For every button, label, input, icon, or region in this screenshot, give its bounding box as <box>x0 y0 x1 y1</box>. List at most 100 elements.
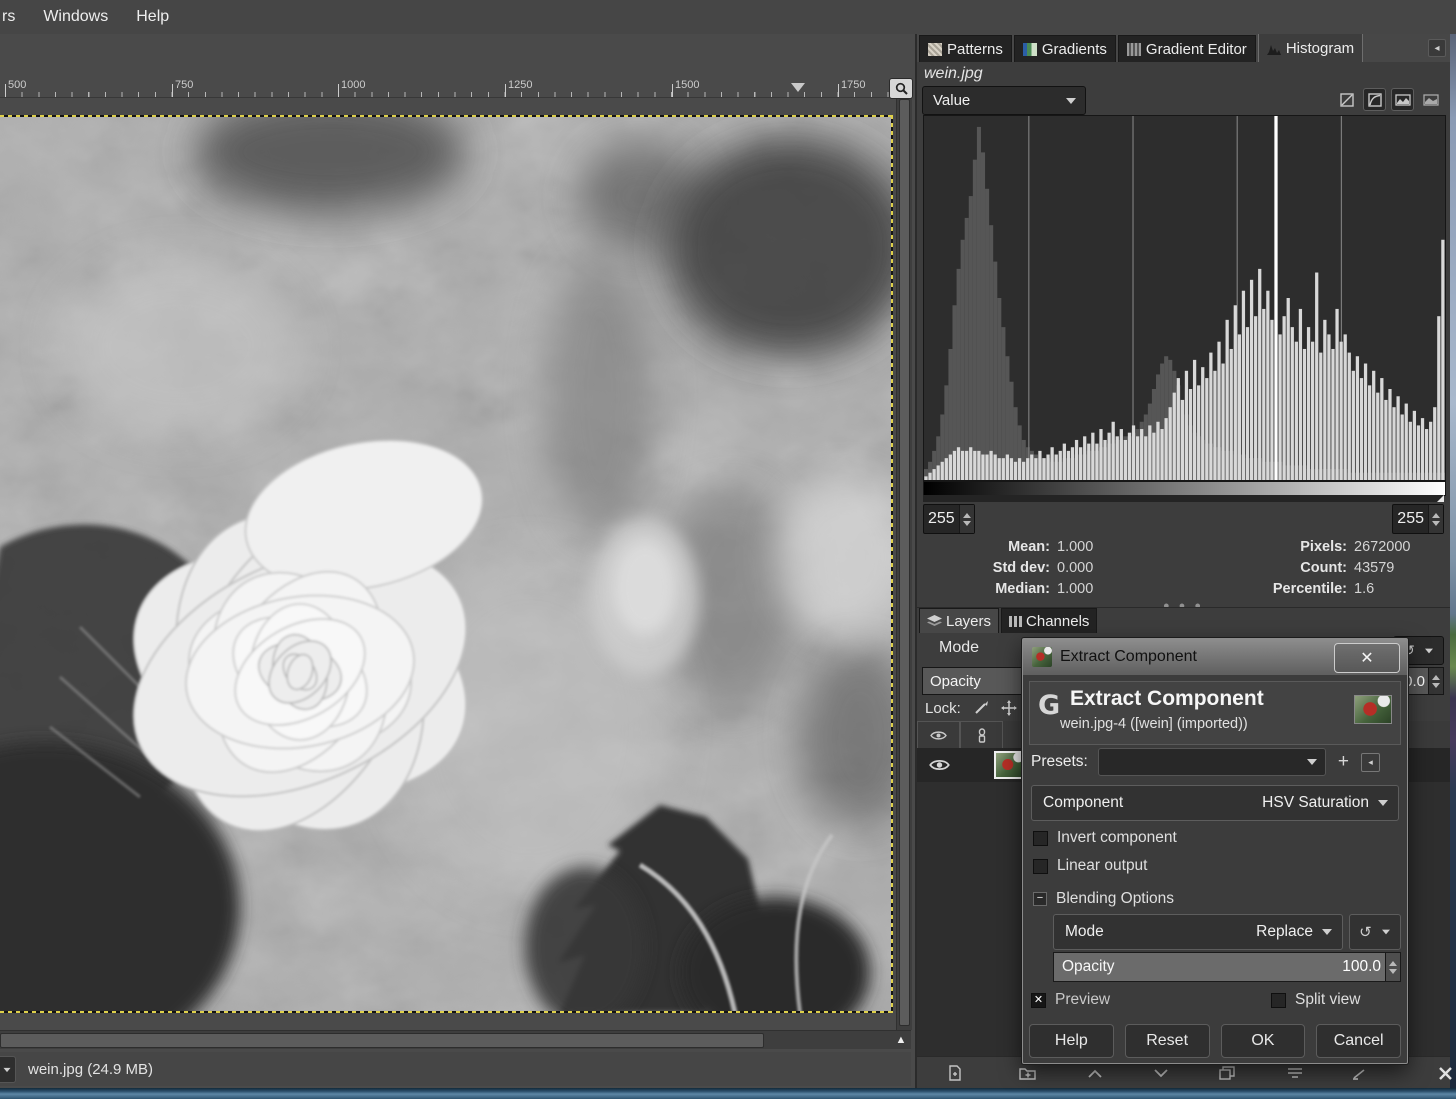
dialog-title-bar[interactable]: Extract Component ✕ <box>1023 639 1407 675</box>
menu-item-partial[interactable]: rs <box>0 0 29 34</box>
lock-position-move-icon[interactable] <box>1001 700 1017 716</box>
logarithmic-histogram-button[interactable] <box>1363 88 1386 111</box>
chevron-down-icon <box>1066 98 1076 104</box>
layers-icon <box>927 615 942 628</box>
range-high-value: 255 <box>1393 510 1428 528</box>
dock-tab-bar: Patterns Gradients Gradient Editor Histo… <box>917 34 1450 62</box>
cancel-button[interactable]: Cancel <box>1316 1024 1401 1058</box>
split-view-label: Split view <box>1295 991 1360 1009</box>
invert-component-checkbox[interactable] <box>1033 831 1048 846</box>
chevron-down-icon <box>1322 929 1332 935</box>
link-column-header[interactable] <box>960 721 1003 749</box>
new-layer-button[interactable] <box>943 1061 967 1085</box>
menu-item-windows[interactable]: Windows <box>29 0 122 34</box>
merge-layer-button[interactable] <box>1283 1061 1307 1085</box>
horizontal-scrollbar[interactable]: ▲ <box>0 1030 911 1049</box>
zoom-level-combo[interactable] <box>0 1056 16 1083</box>
presets-row: Presets: + ◂ <box>1031 748 1399 776</box>
menu-item-help[interactable]: Help <box>122 0 183 34</box>
layer-visibility-eye-icon[interactable] <box>929 758 950 772</box>
ruler-tick <box>172 84 173 97</box>
tab-gradient-editor[interactable]: Gradient Editor <box>1118 35 1256 62</box>
tab-patterns[interactable]: Patterns <box>919 35 1012 62</box>
collapse-icon[interactable]: − <box>1033 892 1047 906</box>
ruler-tick <box>505 84 506 97</box>
tab-gradients[interactable]: Gradients <box>1014 35 1116 62</box>
dialog-header-box: G Extract Component wein.jpg-4 ([wein] (… <box>1029 681 1401 745</box>
component-select[interactable]: Component HSV Saturation <box>1031 785 1399 821</box>
stat-label: Std dev: <box>993 560 1050 576</box>
help-button[interactable]: Help <box>1029 1024 1114 1058</box>
layer-opacity-label: Opacity <box>930 673 981 690</box>
blending-options-expander[interactable]: − Blending Options <box>1033 890 1174 908</box>
duplicate-layer-button[interactable] <box>1215 1061 1239 1085</box>
range-low-value: 255 <box>924 510 959 528</box>
spinner-arrows[interactable] <box>1428 505 1443 533</box>
blend-space-button[interactable]: ↺ <box>1349 914 1401 950</box>
spinner-arrows[interactable] <box>1428 668 1443 694</box>
visibility-column-header[interactable] <box>917 721 960 749</box>
tab-channels[interactable]: Channels <box>1001 608 1097 633</box>
stat-value: 1.6 <box>1354 581 1374 597</box>
dialog-window-title: Extract Component <box>1060 648 1197 666</box>
gimp-window: rs Windows Help 5007501000125015001750 <box>0 0 1456 1099</box>
range-low-spinner[interactable]: 255 <box>923 504 975 534</box>
spinner-arrows[interactable] <box>959 505 974 533</box>
canvas-area[interactable] <box>0 97 894 1030</box>
chain-icon <box>977 728 987 743</box>
stat-value: 0.000 <box>1057 560 1093 576</box>
vertical-scrollbar-thumb[interactable] <box>899 99 910 1026</box>
zoom-tool-icon[interactable] <box>889 78 913 99</box>
horizontal-scrollbar-thumb[interactable] <box>0 1033 764 1048</box>
linear-histogram-button[interactable] <box>1335 88 1358 111</box>
histogram-plot[interactable] <box>923 115 1446 481</box>
gradient-editor-icon <box>1127 43 1141 56</box>
lock-pixels-brush-icon[interactable] <box>973 700 989 716</box>
gegl-logo-icon: G <box>1038 690 1060 721</box>
tab-label: Gradients <box>1042 41 1107 58</box>
canvas-image[interactable] <box>0 115 893 1013</box>
blend-mode-select[interactable]: Mode Replace <box>1053 914 1343 950</box>
layers-tab-bar: Layers Channels ◂ <box>917 607 1450 633</box>
ruler-tick <box>338 84 339 97</box>
stat-label: Count: <box>1300 560 1347 576</box>
gradients-icon <box>1023 43 1037 56</box>
ruler-tick-label: 750 <box>175 79 193 91</box>
horizontal-ruler[interactable]: 5007501000125015001750 <box>0 78 893 98</box>
tab-label: Patterns <box>947 41 1003 58</box>
stat-label: Percentile: <box>1273 581 1347 597</box>
linear-output-checkbox[interactable] <box>1033 859 1048 874</box>
split-view-checkbox[interactable] <box>1271 993 1286 1008</box>
opacity-slider[interactable]: Opacity 100.0 <box>1053 952 1401 982</box>
rose-photo <box>0 117 893 1013</box>
delete-layer-button[interactable] <box>1433 1061 1456 1085</box>
navigation-button[interactable]: ▲ <box>893 1032 909 1047</box>
lower-layer-button[interactable] <box>1149 1061 1173 1085</box>
range-handle-right[interactable] <box>1437 495 1444 502</box>
channel-select[interactable]: Value <box>922 86 1086 115</box>
presets-menu-button[interactable]: ◂ <box>1361 753 1380 772</box>
ruler-tick-label: 1000 <box>341 79 365 91</box>
linear-space-button[interactable] <box>1391 88 1414 111</box>
preview-checkbox[interactable]: ✕ <box>1031 993 1046 1008</box>
anchor-layer-button[interactable] <box>1347 1061 1371 1085</box>
tab-layers[interactable]: Layers <box>919 608 999 633</box>
histogram-range-slider[interactable] <box>923 495 1444 502</box>
spinner-arrows[interactable] <box>1385 953 1400 981</box>
ok-button[interactable]: OK <box>1221 1024 1306 1058</box>
tab-histogram[interactable]: Histogram <box>1258 33 1363 62</box>
raise-layer-button[interactable] <box>1083 1061 1107 1085</box>
perceptual-space-button[interactable] <box>1419 88 1442 111</box>
vertical-scrollbar[interactable] <box>896 97 912 1030</box>
presets-select[interactable] <box>1098 748 1326 776</box>
histogram-gradient-strip <box>923 481 1446 496</box>
tab-label: Gradient Editor <box>1146 41 1247 58</box>
dock-menu-button[interactable]: ◂ <box>1428 39 1446 57</box>
chevron-down-icon <box>1307 759 1317 765</box>
range-high-spinner[interactable]: 255 <box>1392 504 1444 534</box>
reset-button[interactable]: Reset <box>1125 1024 1210 1058</box>
add-preset-button[interactable]: + <box>1338 751 1349 773</box>
close-icon[interactable]: ✕ <box>1334 643 1400 673</box>
new-layer-group-button[interactable] <box>1015 1061 1039 1085</box>
ruler-tick-label: 1750 <box>841 79 865 91</box>
